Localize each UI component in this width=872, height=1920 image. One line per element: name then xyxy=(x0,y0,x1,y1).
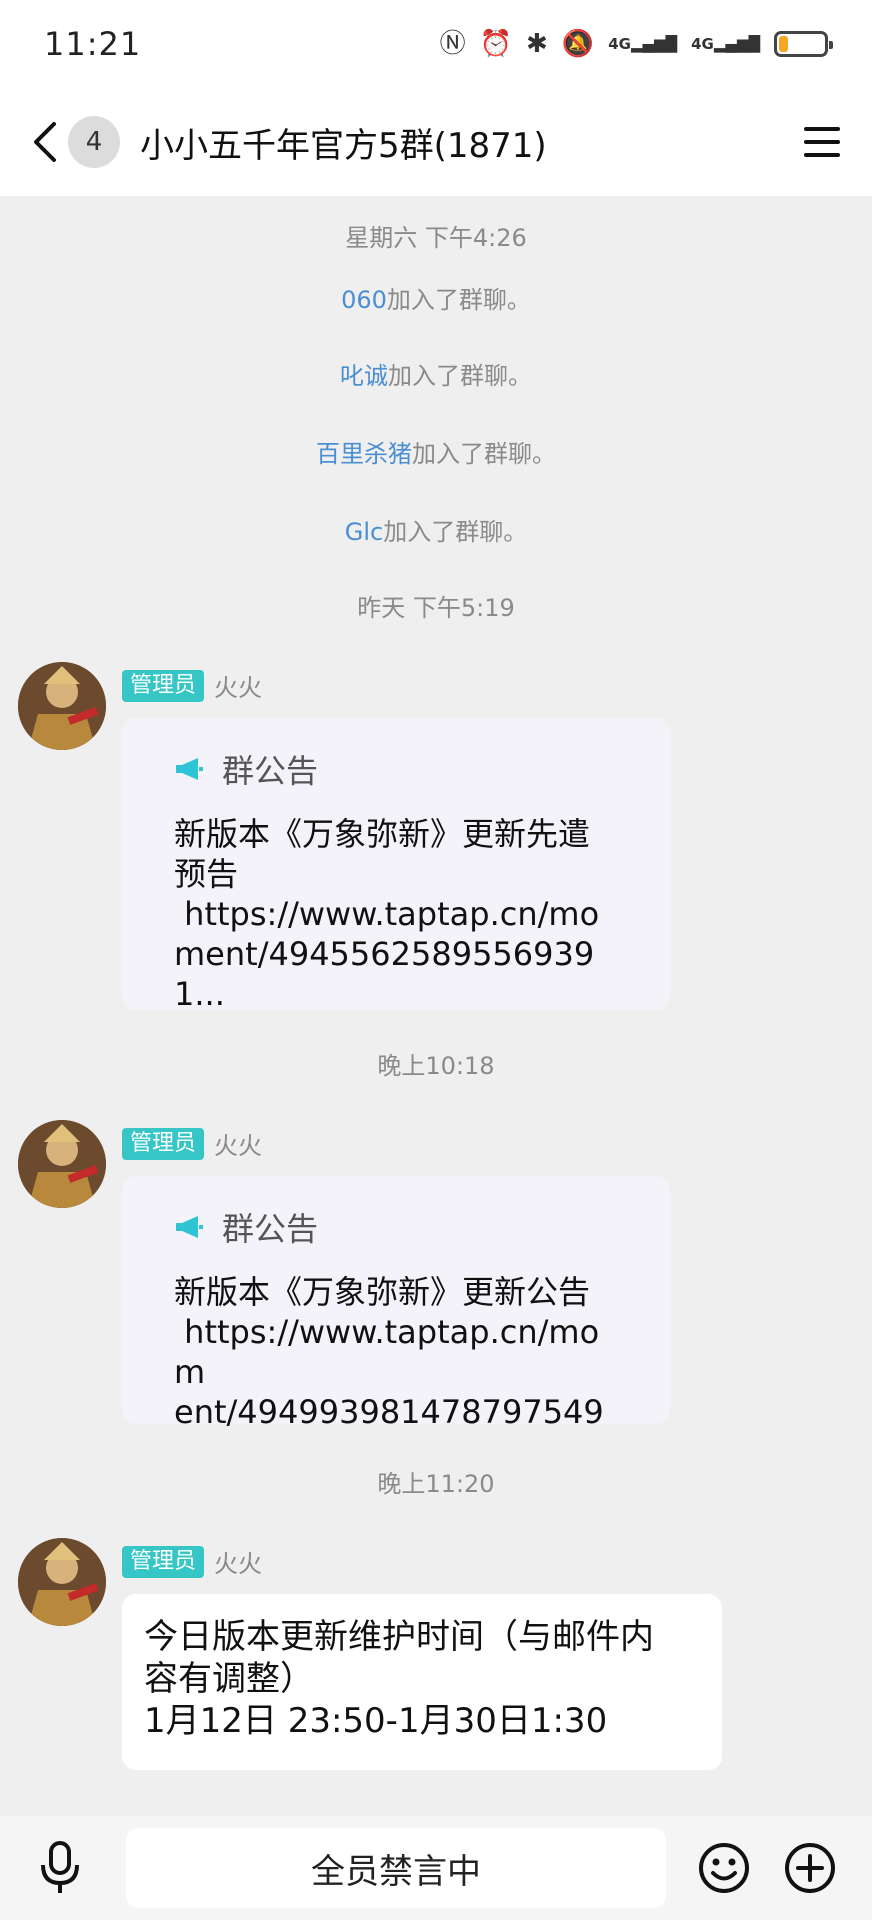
microphone-icon xyxy=(41,1841,79,1893)
member-name-link[interactable]: 060 xyxy=(341,286,387,314)
notice-text: 新版本《万象弥新》更新公告 https://www.taptap.cn/mom e… xyxy=(174,1273,604,1431)
system-message-text: 加入了群聊。 xyxy=(383,518,528,546)
megaphone-icon xyxy=(176,1216,203,1238)
battery-level xyxy=(779,36,788,52)
timestamp: 晚上11:20 xyxy=(377,1470,495,1498)
member-name-link[interactable]: 百里杀猪 xyxy=(316,440,412,468)
notice-card[interactable]: 群公告 新版本《万象弥新》更新先遣 预告 https://www.taptap.c… xyxy=(122,718,670,1013)
voice-button[interactable] xyxy=(24,1832,96,1904)
notice-header: 群公告 xyxy=(174,1204,630,1250)
emoji-button[interactable] xyxy=(688,1832,760,1904)
system-message-text: 加入了群聊。 xyxy=(386,286,531,314)
system-message: 叱诚加入了群聊。 xyxy=(0,356,872,391)
notice-body: 新版本《万象弥新》更新先遣 预告 https://www.taptap.cn/mo… xyxy=(174,814,630,1014)
nfc-icon: Ⓝ xyxy=(439,29,466,59)
avatar[interactable] xyxy=(18,1538,106,1626)
signal-1-icon: 4G▂▄▆█ xyxy=(608,34,678,53)
member-name-link[interactable]: Glc xyxy=(345,518,383,546)
unread-count-badge[interactable]: 4 xyxy=(68,116,120,168)
alarm-icon: ⏰ xyxy=(479,29,513,59)
admin-badge: 管理员 xyxy=(122,1127,205,1160)
message-header: 管理员 火火 xyxy=(122,1544,262,1579)
system-message-text: 加入了群聊。 xyxy=(412,440,556,468)
admin-badge: 管理员 xyxy=(122,1545,205,1578)
muted-input-field[interactable]: 全员禁言中 xyxy=(126,1828,666,1908)
menu-button[interactable] xyxy=(796,116,848,168)
group-title: 小小五千年官方5群(1871) xyxy=(140,125,547,166)
message-header: 管理员 火火 xyxy=(122,668,262,703)
notice-card[interactable]: 群公告 新版本《万象弥新》更新公告 https://www.taptap.cn/… xyxy=(122,1176,670,1431)
megaphone-icon xyxy=(176,758,203,780)
timestamp: 星期六 下午4:26 xyxy=(345,224,527,252)
battery-icon xyxy=(774,31,833,57)
timestamp: 晚上10:18 xyxy=(377,1052,495,1080)
chat-message: 管理员 火火 群公告 新版本《万象弥新》更新公告 https://www.tap… xyxy=(0,1120,872,1431)
avatar[interactable] xyxy=(18,1120,106,1208)
system-message: Glc加入了群聊。 xyxy=(0,512,872,547)
status-icons: Ⓝ ⏰ ✱ 🔕 4G▂▄▆█ 4G▂▄▆█ xyxy=(439,29,833,59)
avatar[interactable] xyxy=(18,662,106,750)
menu-icon xyxy=(804,127,840,157)
notice-title: 群公告 xyxy=(222,1210,319,1248)
clock: 11:21 xyxy=(44,25,142,63)
emoji-icon xyxy=(699,1843,749,1893)
timestamp: 昨天 下午5:19 xyxy=(357,594,515,622)
back-button[interactable] xyxy=(24,112,64,172)
message-text: 今日版本更新维护时间（与邮件内 容有调整） 1月12日 23:50-1月30日1:3… xyxy=(144,1617,654,1741)
bluetooth-icon: ✱ xyxy=(526,29,548,59)
notice-title: 群公告 xyxy=(222,752,319,790)
chat-header: 4 小小五千年官方5群(1871) xyxy=(0,88,872,196)
chat-area[interactable]: 星期六 下午4:26 060加入了群聊。 叱诚加入了群聊。 百里杀猪加入了群聊。… xyxy=(0,196,872,1816)
message-header: 管理员 火火 xyxy=(122,1126,262,1161)
sender-name[interactable]: 火火 xyxy=(214,1544,262,1579)
system-message-text: 加入了群聊。 xyxy=(388,362,532,390)
notice-text: 新版本《万象弥新》更新先遣 预告 https://www.taptap.cn/mo… xyxy=(174,815,600,1013)
plus-icon xyxy=(785,1843,835,1893)
back-arrow-icon xyxy=(34,122,56,162)
admin-badge: 管理员 xyxy=(122,669,205,702)
system-message: 百里杀猪加入了群聊。 xyxy=(0,434,872,469)
sender-name[interactable]: 火火 xyxy=(214,1126,262,1161)
message-bubble[interactable]: 今日版本更新维护时间（与邮件内 容有调整） 1月12日 23:50-1月30日1:3… xyxy=(122,1594,722,1770)
system-message: 060加入了群聊。 xyxy=(0,280,872,315)
mute-icon: 🔕 xyxy=(561,29,595,59)
input-bar: 全员禁言中 xyxy=(0,1816,872,1920)
notice-body: 新版本《万象弥新》更新公告 https://www.taptap.cn/mom e… xyxy=(174,1272,630,1432)
notice-header: 群公告 xyxy=(174,746,630,792)
signal-2-icon: 4G▂▄▆█ xyxy=(691,34,760,53)
member-name-link[interactable]: 叱诚 xyxy=(340,362,388,390)
chat-message: 管理员 火火 今日版本更新维护时间（与邮件内 容有调整） 1月12日 23:50-1… xyxy=(0,1538,872,1788)
more-button[interactable] xyxy=(774,1832,846,1904)
status-bar: 11:21 Ⓝ ⏰ ✱ 🔕 4G▂▄▆█ 4G▂▄▆█ xyxy=(0,0,872,88)
sender-name[interactable]: 火火 xyxy=(214,668,262,703)
